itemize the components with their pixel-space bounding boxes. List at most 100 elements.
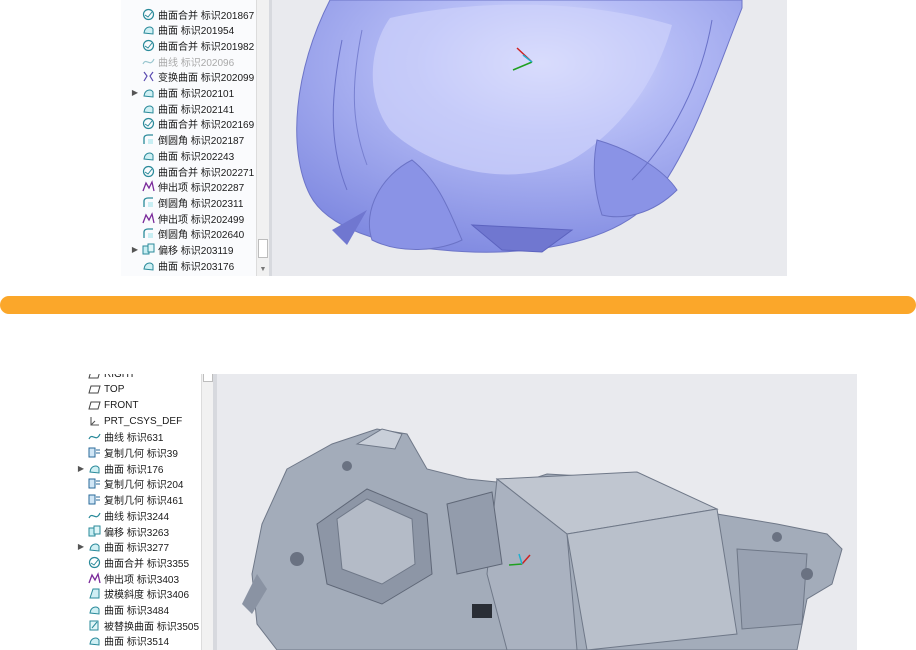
copy-geometry-icon	[87, 493, 101, 506]
tree-item[interactable]: 曲面 标识203176	[121, 257, 269, 273]
graphics-viewport-bottom[interactable]	[217, 374, 857, 650]
tree-item[interactable]: 曲线 标识202096	[121, 53, 269, 69]
tree-item[interactable]: 复制几何 标识461	[63, 492, 213, 508]
tree-item[interactable]: 倒圆角 标识202640	[121, 226, 269, 242]
tree-item-label: 曲面 标识202101	[158, 89, 235, 100]
merge-icon	[87, 556, 101, 569]
scrollbar-thumb[interactable]	[258, 239, 268, 258]
tree-item[interactable]: 曲面合并 标识202169	[121, 116, 269, 132]
scrollbar-thumb[interactable]	[203, 374, 213, 382]
section-divider	[0, 296, 916, 314]
tree-item-label: 曲面 标识202243	[158, 151, 235, 163]
tree-item[interactable]: 倒圆角 标识202311	[121, 194, 269, 210]
tree-item[interactable]: PRT_CSYS_DEF	[63, 413, 213, 429]
surface-icon	[141, 259, 155, 272]
tree-item[interactable]: FRONT	[63, 397, 213, 413]
tree-item[interactable]: ▶ 偏移 标识203119	[121, 242, 269, 258]
tree-item[interactable]: ▶ 曲面 标识3277	[63, 539, 213, 555]
tree-item-label: 曲面 标识3484	[104, 606, 170, 617]
tree-item[interactable]: 伸出项 标识3403	[63, 570, 213, 586]
tree-item[interactable]: 曲线 标识631	[63, 429, 213, 445]
tree-item-label: 伸出项 标识202287	[158, 183, 245, 195]
graphics-viewport-top[interactable]	[272, 0, 787, 276]
tree-item-label: 曲面 标识176	[104, 464, 164, 476]
tree-scrollbar-top[interactable]: ▼	[256, 0, 269, 276]
model-tree-top: 曲面合并 标识201867 曲面 标识201954 曲面合并 标识201982 曲线 …	[121, 0, 269, 276]
curve-icon	[87, 509, 101, 522]
offset-icon	[87, 525, 101, 538]
merge-icon	[141, 165, 155, 178]
tree-item[interactable]: 曲面合并 标识3355	[63, 554, 213, 570]
surface-icon	[141, 149, 155, 162]
surface-icon	[87, 603, 101, 616]
surface-icon	[141, 86, 155, 99]
tree-item-label: 曲线 标识3244	[104, 511, 170, 523]
offset-icon	[141, 243, 155, 256]
tree-item[interactable]: 偏移 标识3263	[63, 523, 213, 539]
tree-item-label: 曲线 标识631	[104, 433, 164, 445]
tree-item[interactable]: 曲面 标识3484	[63, 602, 213, 618]
tree-item[interactable]: 曲面合并 标识201867	[121, 6, 269, 22]
datum-plane-icon	[87, 374, 101, 381]
expand-arrow-icon[interactable]: ▶	[129, 245, 141, 254]
tree-item-label: 偏移 标识3263	[104, 527, 170, 539]
transform-surface-icon	[141, 70, 155, 83]
chassis-model	[242, 428, 843, 650]
tree-item[interactable]: 被替换曲面 标识3505	[63, 617, 213, 633]
tree-item-label: 曲面 标识202141	[158, 104, 235, 116]
merge-icon	[141, 39, 155, 52]
tree-item-label: PRT_CSYS_DEF	[104, 415, 183, 427]
surface-icon	[141, 23, 155, 36]
copy-geometry-icon	[87, 446, 101, 459]
tree-item[interactable]: 拔模斜度 标识3406	[63, 586, 213, 602]
tree-item-label: 伸出项 标识202499	[158, 214, 245, 226]
car-body-model	[296, 0, 743, 253]
tree-item-label: 曲面 标识3514	[104, 637, 170, 649]
bottom-cad-window: RIGHT TOP FRONT PRT_CSYS_DEF 曲线 标识631 复制几何 标识…	[63, 374, 857, 650]
tree-item-label: 曲面 标识3277	[104, 543, 170, 555]
expand-arrow-icon[interactable]: ▶	[75, 542, 87, 551]
tree-item-label: 倒圆角 标识202311	[158, 198, 244, 210]
tree-item-label: 曲面合并 标识201982	[158, 41, 255, 53]
copy-geometry-icon	[87, 477, 101, 490]
tree-item[interactable]: 倒圆角 标识202187	[121, 132, 269, 148]
scroll-down-arrow[interactable]: ▼	[257, 264, 269, 276]
tree-item-label: 复制几何 标识461	[104, 496, 184, 508]
tree-item[interactable]: ▶ 曲面 标识176	[63, 460, 213, 476]
tree-item-label: 倒圆角 标识202187	[158, 136, 245, 148]
tree-item-label: 曲面合并 标识3355	[104, 558, 190, 570]
tree-item-label: 复制几何 标识39	[104, 449, 178, 460]
tree-item-label: 被替换曲面 标识3505	[104, 621, 200, 633]
surface-icon	[87, 462, 101, 475]
tree-item-label: 曲面 标识203176	[158, 261, 235, 273]
tree-item-label: 曲面合并 标识201867	[158, 10, 255, 22]
tree-item-label: 曲面合并 标识202271	[158, 167, 255, 179]
tree-item[interactable]: 伸出项 标识202287	[121, 179, 269, 195]
tree-item-label: 倒圆角 标识202640	[158, 230, 245, 242]
merge-icon	[141, 8, 155, 21]
tree-item[interactable]: 伸出项 标识202499	[121, 210, 269, 226]
tree-item[interactable]: 复制几何 标识39	[63, 445, 213, 461]
tree-item[interactable]: 变换曲面 标识202099	[121, 69, 269, 85]
tree-item[interactable]: 曲面合并 标识202271	[121, 163, 269, 179]
tree-item[interactable]: 曲线 标识3244	[63, 507, 213, 523]
tree-item[interactable]: 曲面 标识202243	[121, 147, 269, 163]
curve-icon	[141, 55, 155, 68]
tree-item[interactable]: 曲面合并 标识201982	[121, 37, 269, 53]
expand-arrow-icon[interactable]: ▶	[75, 464, 87, 473]
tree-item-label: TOP	[104, 384, 125, 396]
merge-icon	[141, 117, 155, 130]
tree-item[interactable]: 曲面 标识202141	[121, 100, 269, 116]
replaced-surface-icon	[87, 619, 101, 632]
tree-item[interactable]: 复制几何 标识204	[63, 476, 213, 492]
tree-item-label: 曲线 标识202096	[158, 57, 235, 69]
expand-arrow-icon[interactable]: ▶	[129, 88, 141, 97]
tree-item[interactable]: 曲面 标识201954	[121, 22, 269, 38]
tree-item[interactable]: ▶ 曲面 标识202101	[121, 85, 269, 101]
protrusion-icon	[141, 211, 155, 225]
tree-item[interactable]: 曲面 标识3514	[63, 633, 213, 649]
csys-icon	[87, 415, 101, 428]
tree-item[interactable]: TOP	[63, 382, 213, 398]
tree-item-label: 偏移 标识203119	[158, 246, 234, 257]
tree-item-label: FRONT	[104, 399, 139, 411]
